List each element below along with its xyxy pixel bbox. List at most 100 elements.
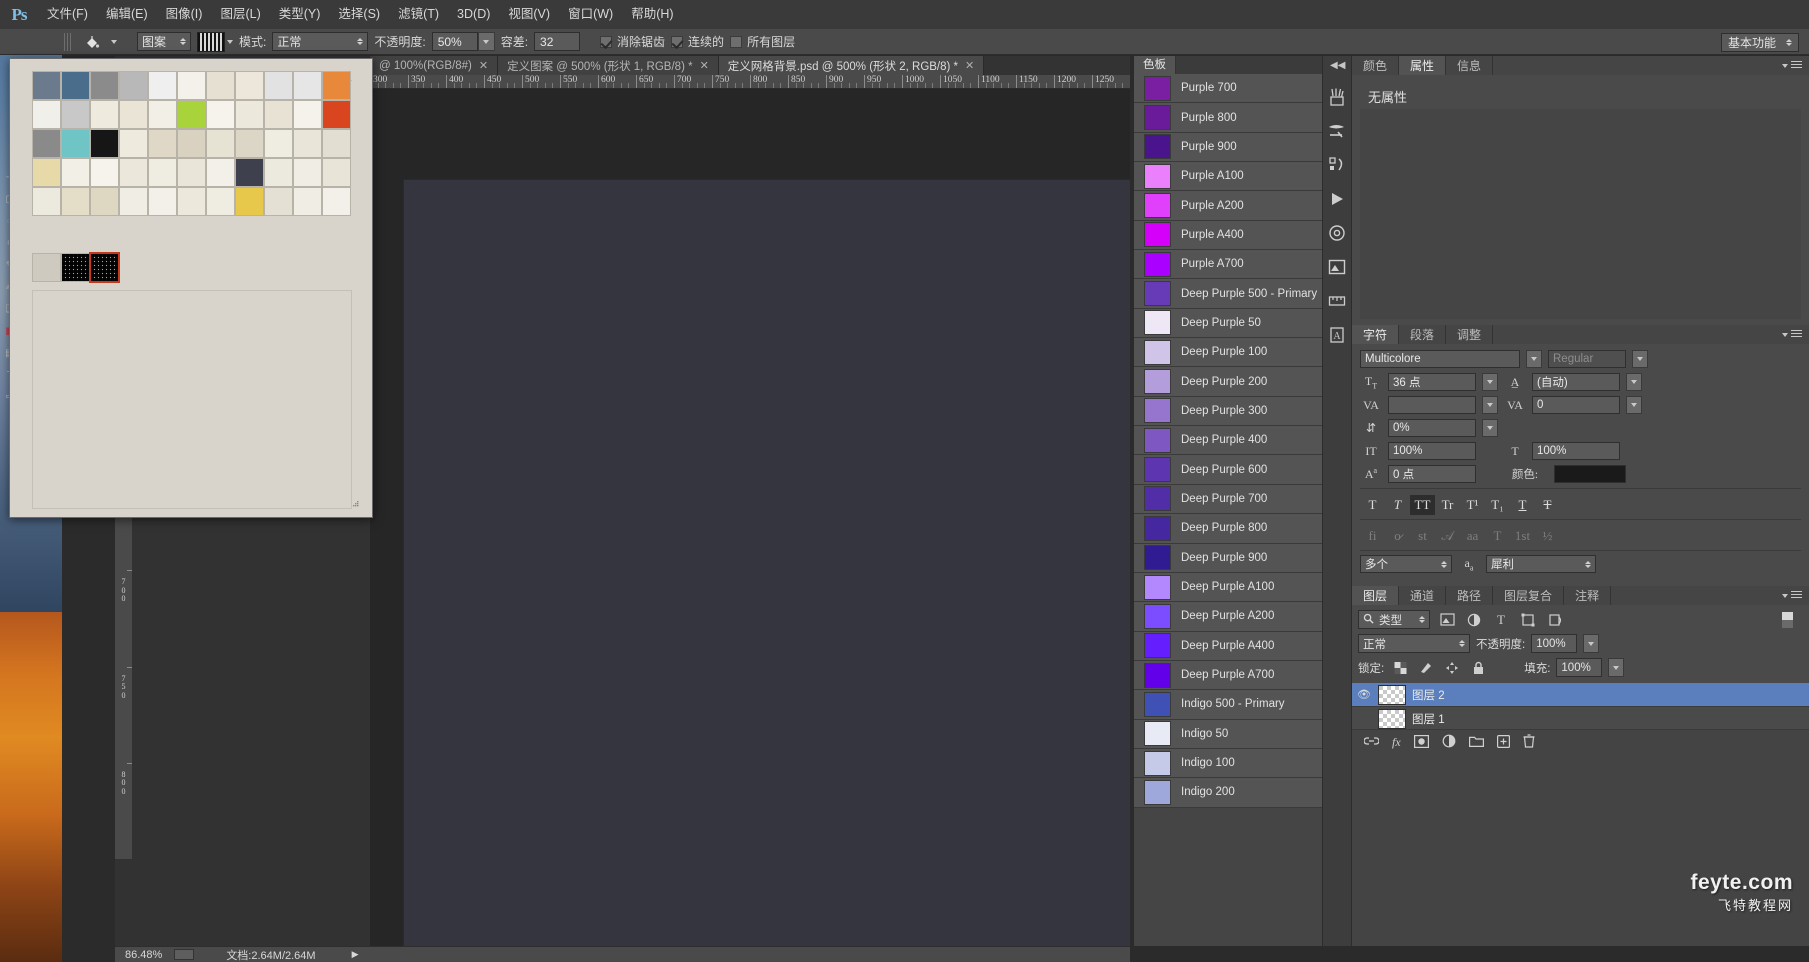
swatch-row[interactable]: Deep Purple 400 [1134,426,1336,455]
standard-ligatures-button[interactable]: fi [1360,526,1385,546]
swatch-color-chip[interactable] [1144,516,1171,541]
pattern-swatch-cell[interactable] [293,158,322,187]
pattern-swatch-cell[interactable] [293,187,322,216]
layer-opacity-chevron-down-icon[interactable] [1583,634,1599,653]
color-wheel-icon[interactable] [1322,216,1352,250]
zoom-level-value[interactable]: 86.48% [125,949,162,961]
swatch-row[interactable]: Deep Purple 300 [1134,397,1336,426]
clone-source-icon[interactable] [1322,114,1352,148]
language-select[interactable]: 多个 [1360,555,1452,573]
tracking-chevron-down-icon[interactable] [1626,396,1642,414]
swatch-row[interactable]: Purple 800 [1134,103,1336,132]
hscale-field[interactable]: 100% [1532,442,1620,460]
swatch-row[interactable]: Purple 700 [1134,74,1336,103]
new-layer-icon[interactable] [1497,735,1510,751]
swatch-color-chip[interactable] [1144,134,1171,159]
kerning-chevron-down-icon[interactable] [1482,396,1498,414]
contiguous-checkbox-group[interactable]: 连续的 [671,33,724,50]
tab-properties[interactable]: 属性 [1399,56,1446,75]
pattern-swatch-cell[interactable] [32,158,61,187]
pattern-swatch-cell[interactable] [119,100,148,129]
all-layers-checkbox[interactable] [730,36,742,48]
swatch-color-chip[interactable] [1144,486,1171,511]
status-menu-arrow-icon[interactable]: ▶ [352,949,359,960]
pattern-swatch-cell[interactable] [119,187,148,216]
menu-item-image[interactable]: 图像(I) [157,0,212,29]
pattern-swatch-cell[interactable] [61,129,90,158]
menu-item-select[interactable]: 选择(S) [329,0,389,29]
swatch-row[interactable]: Indigo 500 - Primary [1134,690,1336,719]
pattern-swatch-preview[interactable] [197,32,225,52]
type-layer-filter-icon[interactable]: T [1491,611,1511,629]
swatch-color-chip[interactable] [1144,663,1171,688]
tab-channels[interactable]: 通道 [1399,586,1446,605]
layer-fill-input[interactable]: 100% [1556,658,1602,677]
swatch-color-chip[interactable] [1144,369,1171,394]
pattern-swatch-cell[interactable] [119,71,148,100]
layer-thumbnail[interactable] [1378,709,1406,729]
pattern-swatch-cell[interactable] [61,253,90,282]
vscale-field[interactable]: 0% [1388,419,1476,437]
pattern-swatch-cell[interactable] [264,158,293,187]
history-icon[interactable] [1322,148,1352,182]
document-tab-3[interactable]: 定义网格背景.psd @ 500% (形状 2, RGB/8) * ✕ [719,56,984,75]
swash-button[interactable]: 𝒜 [1435,526,1460,546]
pattern-swatch-cell[interactable] [148,158,177,187]
pattern-swatch-cell[interactable] [61,158,90,187]
swatch-color-chip[interactable] [1144,545,1171,570]
lock-transparency-icon[interactable] [1390,659,1410,677]
small-caps-button[interactable]: Tr [1435,495,1460,515]
antialias-method-select[interactable]: 犀利 [1486,555,1596,573]
swatch-row[interactable]: Deep Purple 800 [1134,514,1336,543]
pattern-swatch-cell[interactable] [90,129,119,158]
swatch-row[interactable]: Purple A200 [1134,191,1336,220]
fractions-button[interactable]: ½ [1535,526,1560,546]
menu-item-type[interactable]: 类型(Y) [270,0,330,29]
subscript-button[interactable]: T₁ [1485,495,1510,515]
adjustment-layer-filter-icon[interactable] [1464,611,1484,629]
document-tab-3-close-icon[interactable]: ✕ [965,59,974,72]
new-adjustment-layer-icon[interactable] [1442,734,1456,751]
canvas-viewport[interactable] [370,89,1130,946]
opacity-input[interactable]: 50% [432,32,478,51]
font-family-field[interactable]: Multicolore [1360,350,1520,368]
pattern-swatch-cell[interactable] [322,71,351,100]
shape-layer-filter-icon[interactable] [1518,611,1538,629]
lock-all-icon[interactable] [1468,659,1488,677]
swatch-color-chip[interactable] [1144,721,1171,746]
contextual-alternates-button[interactable]: st [1410,526,1435,546]
underline-button[interactable]: T [1510,495,1535,515]
font-size-chevron-down-icon[interactable] [1482,373,1498,391]
strikethrough-button[interactable]: T [1535,495,1560,515]
pattern-swatch-cell[interactable] [264,100,293,129]
tab-layers[interactable]: 图层 [1352,586,1399,605]
pattern-swatch-cell[interactable] [206,187,235,216]
swatch-row[interactable]: Deep Purple A400 [1134,632,1336,661]
pattern-swatch-cell[interactable] [235,71,264,100]
artboard[interactable] [403,179,1130,946]
swatch-row[interactable]: Deep Purple 100 [1134,338,1336,367]
swatch-color-chip[interactable] [1144,281,1171,306]
pattern-swatch-cell[interactable] [293,100,322,129]
tab-adjustments[interactable]: 调整 [1446,325,1493,344]
tab-paths[interactable]: 路径 [1446,586,1493,605]
antialias-checkbox-group[interactable]: 消除锯齿 [600,33,665,50]
leading-field[interactable]: (自动) [1532,373,1620,391]
pattern-swatch-cell[interactable] [61,100,90,129]
workspace-switcher-button[interactable]: 基本功能 [1721,33,1799,52]
swatch-row[interactable]: Purple A100 [1134,162,1336,191]
swatch-color-chip[interactable] [1144,340,1171,365]
pattern-picker-panel[interactable] [9,58,373,518]
pattern-swatch-cell[interactable] [206,71,235,100]
new-group-icon[interactable] [1469,735,1484,750]
options-bar-grip[interactable] [64,33,71,51]
layer-row[interactable]: 图层 1 [1352,707,1809,731]
pattern-swatch-cell[interactable] [148,100,177,129]
swatch-row[interactable]: Indigo 50 [1134,720,1336,749]
blend-mode-select[interactable]: 正常 [272,32,368,51]
pattern-swatch-cell[interactable] [32,253,61,282]
font-style-chevron-down-icon[interactable] [1632,350,1648,368]
menu-item-edit[interactable]: 编辑(E) [97,0,157,29]
menu-item-file[interactable]: 文件(F) [38,0,97,29]
swatch-row[interactable]: Indigo 200 [1134,778,1336,807]
